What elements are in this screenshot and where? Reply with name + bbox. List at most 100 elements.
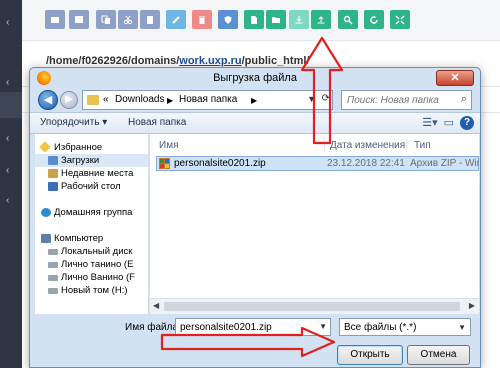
paste-button[interactable]: [140, 10, 160, 29]
forward-button[interactable]: ▶: [60, 91, 78, 109]
shield-icon: [224, 15, 232, 24]
search-box[interactable]: ⌕: [341, 90, 472, 110]
new-folder-command[interactable]: Новая папка: [128, 117, 186, 128]
scissors-icon: [123, 15, 133, 24]
filename-combobox[interactable]: ▼: [175, 318, 331, 336]
nav-recent-label: Недавние места: [61, 168, 134, 179]
upload-button[interactable]: [311, 10, 331, 29]
toolbar-button-2[interactable]: [69, 10, 89, 29]
edit-button[interactable]: [166, 10, 186, 29]
nav-local-disk[interactable]: Локальный диск: [35, 245, 148, 258]
desktop-icon: [48, 182, 58, 191]
open-button[interactable]: Открыть: [337, 345, 403, 365]
drive-icon: [48, 262, 58, 268]
chevron-down-icon[interactable]: ▼: [458, 323, 466, 332]
dialog-titlebar[interactable]: Выгрузка файла ✕: [30, 68, 480, 88]
nav-downloads[interactable]: Загрузки: [35, 154, 148, 167]
chevron-right-icon[interactable]: ▶: [167, 96, 173, 105]
nav-selected-item[interactable]: [0, 92, 22, 118]
scroll-left-icon[interactable]: ◀: [153, 301, 159, 310]
horizontal-scrollbar[interactable]: ◀ ▶: [150, 298, 479, 314]
folder-icon: [87, 95, 99, 105]
chevron-down-icon[interactable]: ▼: [307, 94, 316, 104]
toolbar-button-1[interactable]: [45, 10, 65, 29]
homegroup-icon: [41, 208, 51, 217]
nav-desktop[interactable]: Рабочий стол: [35, 180, 148, 193]
scroll-right-icon[interactable]: ▶: [469, 301, 475, 310]
chevron-right-icon[interactable]: ▶: [251, 96, 257, 105]
path-link-domain[interactable]: work.uxp.ru: [179, 55, 241, 67]
chevron-left-icon[interactable]: ‹: [6, 78, 9, 88]
new-file-button[interactable]: [244, 10, 264, 29]
fullscreen-button[interactable]: [390, 10, 410, 29]
drive-icon: [48, 249, 58, 255]
file-date: 23.12.2018 22:41: [327, 158, 405, 169]
trash-icon: [199, 16, 205, 24]
column-separator[interactable]: [406, 138, 407, 152]
file-list-pane: Имя Дата изменения Тип personalsite0201.…: [150, 134, 479, 314]
chevron-down-icon[interactable]: ▼: [319, 322, 327, 331]
close-button[interactable]: ✕: [436, 70, 474, 86]
arrow-right-icon: ▶: [65, 94, 73, 105]
view-options-icon[interactable]: ☰▾: [422, 116, 437, 130]
preview-pane-icon[interactable]: ▭: [444, 116, 454, 130]
file-name: personalsite0201.zip: [174, 158, 266, 169]
filename-input[interactable]: [180, 321, 314, 334]
refresh-icon: [370, 15, 378, 24]
paste-icon: [147, 15, 153, 24]
file-type-filter[interactable]: Все файлы (*.*) ▼: [339, 318, 471, 336]
archive-icon: [51, 16, 59, 23]
search-input[interactable]: [347, 93, 453, 107]
box-icon: [75, 15, 83, 23]
copy-button[interactable]: [96, 10, 116, 29]
file-type-filter-value: Все файлы (*.*): [344, 322, 417, 333]
cancel-button[interactable]: Отмена: [407, 345, 470, 365]
column-header-type[interactable]: Тип: [414, 140, 431, 151]
back-button[interactable]: ◀: [38, 90, 58, 110]
nav-computer[interactable]: Компьютер: [35, 232, 148, 245]
permissions-button[interactable]: [218, 10, 238, 29]
filename-label: Имя файла:: [125, 322, 181, 333]
delete-button[interactable]: [192, 10, 212, 29]
navigation-pane: Избранное Загрузки Недавние места Рабочи…: [35, 134, 149, 314]
nav-drive-h[interactable]: Новый том (H:): [35, 284, 148, 297]
search-button[interactable]: [338, 10, 358, 29]
column-header-date[interactable]: Дата изменения: [330, 140, 405, 151]
recent-places-icon: [48, 169, 58, 178]
chevron-left-icon[interactable]: ‹: [6, 196, 9, 206]
refresh-icon[interactable]: ⟳: [322, 93, 330, 104]
help-icon[interactable]: ?: [460, 116, 474, 130]
nav-homegroup-label: Домашняя группа: [54, 207, 133, 218]
breadcrumb-downloads[interactable]: Downloads: [115, 94, 164, 105]
refresh-button[interactable]: [364, 10, 384, 29]
current-path: /home/f0262926/domains/work.uxp.ru/publi…: [46, 55, 309, 67]
nav-favorites[interactable]: Избранное: [35, 141, 148, 154]
arrow-left-icon: ◀: [43, 94, 53, 106]
nav-recent-places[interactable]: Недавние места: [35, 167, 148, 180]
organize-menu[interactable]: Упорядочить ▾: [40, 117, 107, 128]
new-folder-button[interactable]: [266, 10, 286, 29]
file-type: Архив ZIP - Winl: [410, 158, 479, 169]
pencil-icon: [172, 15, 180, 24]
address-bar[interactable]: « Downloads ▶ Новая папка ▶ ▼ ⟳: [82, 90, 333, 110]
nav-drive-e[interactable]: Лично танино (E: [35, 258, 148, 271]
nav-drive-f[interactable]: Лично Ванино (F: [35, 271, 148, 284]
nav-homegroup[interactable]: Домашняя группа: [35, 206, 148, 219]
cut-button[interactable]: [118, 10, 138, 29]
divider: [22, 40, 500, 41]
file-icon: [251, 15, 257, 24]
nav-desktop-label: Рабочий стол: [61, 181, 121, 192]
column-separator[interactable]: [324, 138, 325, 152]
chevron-left-icon[interactable]: ‹: [6, 134, 9, 144]
drive-icon: [48, 275, 58, 281]
breadcrumb-new-folder[interactable]: Новая папка: [179, 94, 237, 105]
search-icon[interactable]: ⌕: [461, 93, 467, 106]
upload-to-server-button[interactable]: [289, 10, 309, 29]
scrollbar-thumb[interactable]: [164, 302, 460, 311]
computer-icon: [41, 234, 51, 243]
file-row-selected[interactable]: personalsite0201.zip 23.12.2018 22:41 Ар…: [156, 156, 479, 171]
column-header-name[interactable]: Имя: [159, 140, 178, 151]
chevron-left-icon[interactable]: ‹: [6, 166, 9, 176]
breadcrumb-overflow[interactable]: «: [103, 94, 109, 105]
chevron-left-icon[interactable]: ‹: [6, 18, 9, 28]
